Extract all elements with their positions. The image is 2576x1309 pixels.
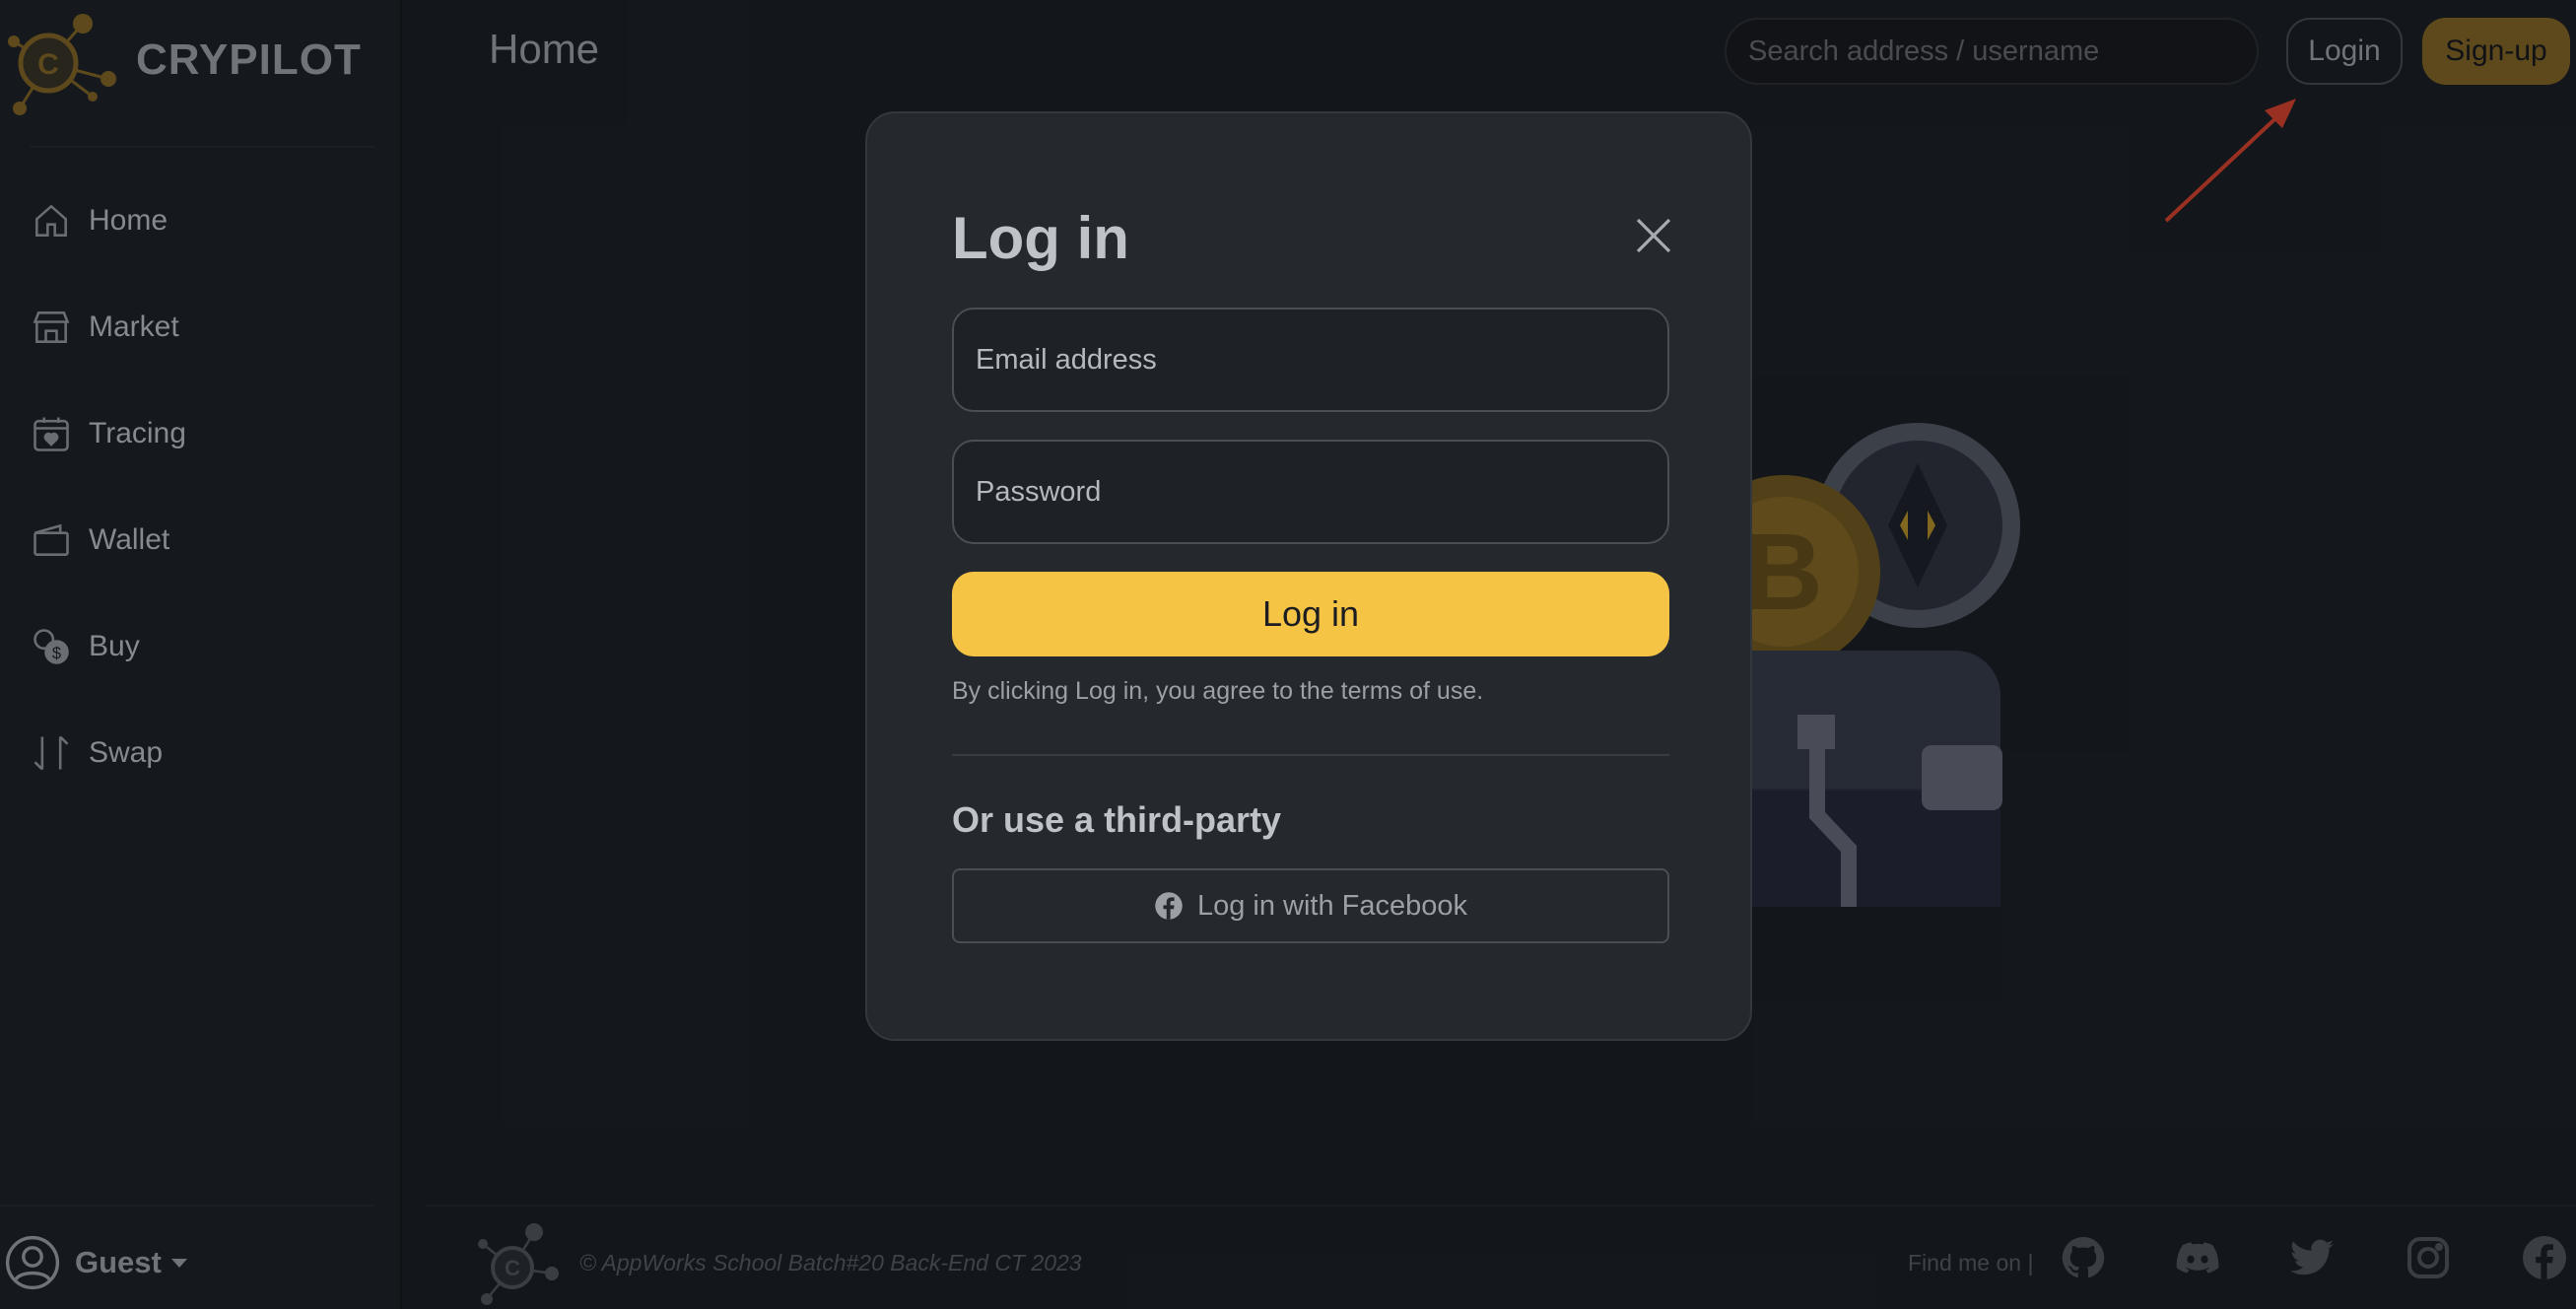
email-field[interactable] bbox=[952, 308, 1669, 412]
login-submit-button[interactable]: Log in bbox=[952, 572, 1669, 656]
third-party-heading: Or use a third-party bbox=[952, 799, 1282, 840]
divider bbox=[952, 754, 1669, 756]
facebook-login-label: Log in with Facebook bbox=[1196, 889, 1468, 922]
modal-title: Log in bbox=[952, 205, 1129, 271]
password-field[interactable] bbox=[952, 440, 1669, 544]
terms-text: By clicking Log in, you agree to the ter… bbox=[952, 677, 1484, 705]
close-icon[interactable] bbox=[1630, 212, 1677, 259]
login-modal: Log in Log in By clicking Log in, you ag… bbox=[865, 111, 1752, 1041]
facebook-icon bbox=[1155, 892, 1183, 920]
facebook-login-button[interactable]: Log in with Facebook bbox=[952, 868, 1669, 943]
